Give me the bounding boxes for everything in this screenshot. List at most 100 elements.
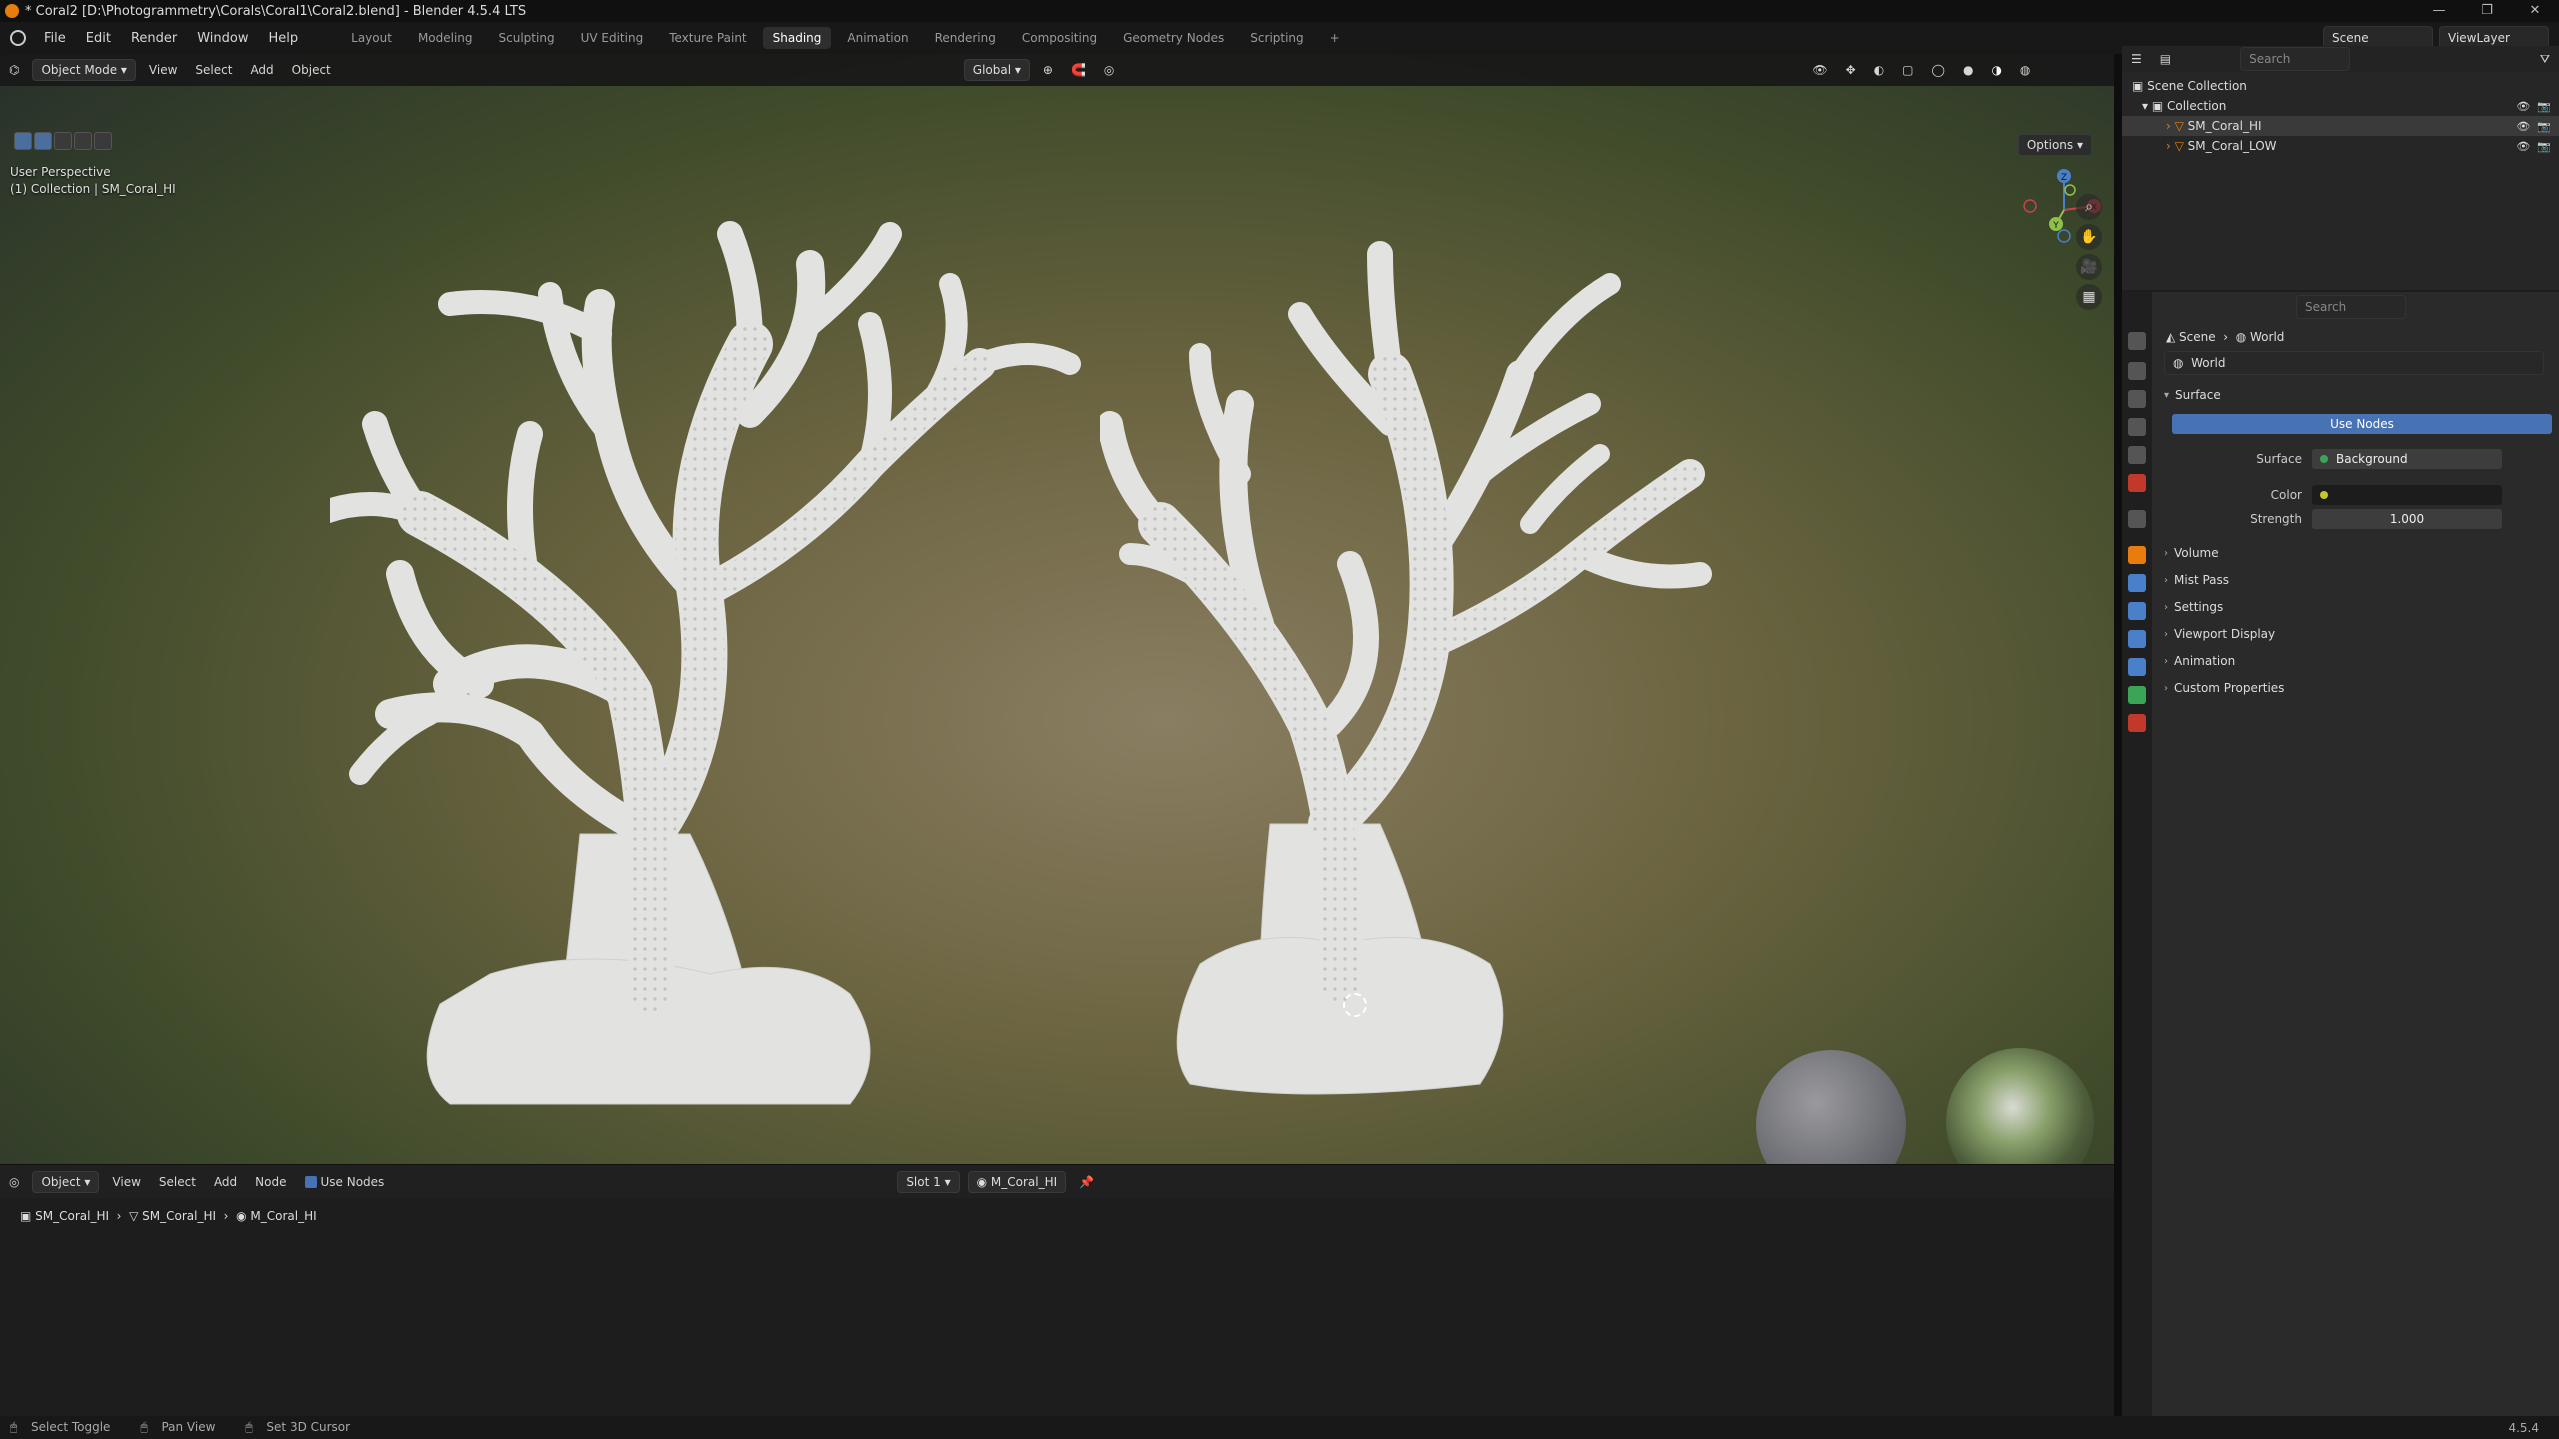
material-selector[interactable]: ◉ M_Coral_HI — [967, 1170, 1067, 1193]
node-editor-type-icon[interactable]: ◎ — [0, 1172, 28, 1192]
select-extend-icon[interactable] — [54, 132, 72, 150]
color-field[interactable] — [2312, 485, 2502, 505]
add-workspace-button[interactable]: + — [1320, 27, 1350, 49]
gizmo-toggle-icon[interactable]: ✥ — [1837, 60, 1865, 80]
workspace-tab-compositing[interactable]: Compositing — [1012, 27, 1107, 49]
minimize-button[interactable]: — — [2415, 0, 2463, 22]
node-canvas[interactable] — [0, 1234, 2114, 1426]
settings-panel-header[interactable]: › Settings — [2156, 596, 2559, 618]
world-tab-icon[interactable] — [2128, 474, 2146, 492]
render-camera-icon[interactable]: 📷 — [2537, 140, 2551, 153]
workspace-tab-texture-paint[interactable]: Texture Paint — [659, 27, 756, 49]
workspace-tab-rendering[interactable]: Rendering — [925, 27, 1006, 49]
world-datablock-selector[interactable]: ◍ World — [2164, 351, 2544, 375]
material-shading-icon[interactable]: ◑ — [1982, 60, 2010, 80]
node-menu-view[interactable]: View — [103, 1172, 149, 1192]
render-camera-icon[interactable]: 📷 — [2537, 100, 2551, 113]
overlay-toggle-icon[interactable]: ◐ — [1865, 60, 1893, 80]
render-camera-icon[interactable]: 📷 — [2537, 120, 2551, 133]
select-intersect-icon[interactable] — [94, 132, 112, 150]
view-layer-tab-icon[interactable] — [2128, 418, 2146, 436]
workspace-tab-animation[interactable]: Animation — [837, 27, 918, 49]
camera-view-icon[interactable]: 🎥 — [2076, 254, 2102, 280]
display-mode-icon[interactable]: ▤ — [2151, 49, 2180, 69]
viewport-menu-select[interactable]: Select — [186, 60, 241, 80]
xray-icon[interactable]: ▢ — [1893, 60, 1922, 80]
menu-help[interactable]: Help — [259, 31, 309, 46]
select-new-icon[interactable] — [34, 132, 52, 150]
coral-hi-model[interactable] — [330, 214, 1090, 1114]
node-menu-select[interactable]: Select — [150, 1172, 205, 1192]
outliner-type-icon[interactable]: ☰ — [2122, 49, 2151, 69]
workspace-tab-scripting[interactable]: Scripting — [1240, 27, 1313, 49]
wireframe-shading-icon[interactable]: ◯ — [1923, 60, 1954, 80]
node-menu-node[interactable]: Node — [246, 1172, 295, 1192]
strength-field[interactable]: 1.000 — [2312, 509, 2502, 529]
output-tab-icon[interactable] — [2128, 390, 2146, 408]
breadcrumb-mesh[interactable]: SM_Coral_HI — [142, 1209, 216, 1223]
coral-low-model[interactable] — [1100, 224, 1740, 1104]
constraints-tab-icon[interactable] — [2128, 658, 2146, 676]
area-divider[interactable] — [2114, 54, 2122, 1416]
workspace-tab-layout[interactable]: Layout — [341, 27, 402, 49]
animation-panel-header[interactable]: › Animation — [2156, 650, 2559, 672]
particles-tab-icon[interactable] — [2128, 602, 2146, 620]
surface-shader-field[interactable]: Background — [2312, 449, 2502, 469]
mist-pass-panel-header[interactable]: › Mist Pass — [2156, 569, 2559, 591]
outliner-search[interactable]: Search — [2240, 47, 2351, 71]
solid-shading-icon[interactable]: ● — [1954, 60, 1982, 80]
custom-properties-panel-header[interactable]: › Custom Properties — [2156, 677, 2559, 699]
menu-edit[interactable]: Edit — [76, 31, 121, 46]
snap-icon[interactable]: 🧲 — [1062, 60, 1095, 80]
maximize-button[interactable]: ❐ — [2463, 0, 2511, 22]
workspace-tab-modeling[interactable]: Modeling — [408, 27, 483, 49]
tool-tab-icon[interactable] — [2128, 332, 2146, 350]
workspace-tab-shading[interactable]: Shading — [762, 27, 832, 49]
editor-type-icon[interactable]: ⌬ — [0, 60, 28, 80]
visibility-eye-icon[interactable]: 👁 — [2516, 100, 2530, 113]
filter-icon[interactable]: ⛛ — [2531, 49, 2559, 70]
modifier-tab-icon[interactable] — [2128, 574, 2146, 592]
blender-menu-icon[interactable] — [10, 30, 26, 46]
scene-collection-row[interactable]: ▣ Scene Collection — [2122, 76, 2559, 96]
rendered-shading-icon[interactable]: ◍ — [2011, 60, 2039, 80]
collection-row[interactable]: ▾ ▣ Collection 👁 📷 — [2122, 96, 2559, 116]
3d-cursor-icon[interactable] — [1343, 993, 1367, 1017]
object-tab-icon[interactable] — [2128, 546, 2146, 564]
menu-render[interactable]: Render — [121, 31, 187, 46]
transform-orientation[interactable]: Global ▾ — [963, 59, 1030, 81]
pan-hand-icon[interactable]: ✋ — [2076, 224, 2102, 250]
scene-tab-icon[interactable] — [2128, 446, 2146, 464]
outliner-item-sm-coral-hi[interactable]: › ▽ SM_Coral_HI 👁 📷 — [2122, 116, 2559, 136]
viewport-menu-add[interactable]: Add — [241, 60, 282, 80]
proportional-edit-icon[interactable]: ◎ — [1095, 60, 1123, 80]
material-tab-icon[interactable] — [2128, 714, 2146, 732]
select-tool-icon[interactable] — [14, 132, 32, 150]
workspace-tab-sculpting[interactable]: Sculpting — [489, 27, 565, 49]
data-tab-icon[interactable] — [2128, 686, 2146, 704]
viewport-display-panel-header[interactable]: › Viewport Display — [2156, 623, 2559, 645]
breadcrumb-object[interactable]: SM_Coral_HI — [35, 1209, 109, 1223]
viewport-menu-view[interactable]: View — [140, 60, 186, 80]
grid-toggle-icon[interactable]: ▦ — [2076, 284, 2102, 310]
visibility-eye-icon[interactable]: 👁 — [2516, 140, 2530, 153]
workspace-tab-geometry-nodes[interactable]: Geometry Nodes — [1113, 27, 1234, 49]
select-subtract-icon[interactable] — [74, 132, 92, 150]
zoom-icon[interactable]: ⌕ — [2076, 194, 2102, 220]
material-slot-selector[interactable]: Slot 1 ▾ — [897, 1170, 960, 1193]
pin-icon[interactable]: 📌 — [1070, 1172, 1103, 1192]
outliner-item-sm-coral-low[interactable]: › ▽ SM_Coral_LOW 👁 📷 — [2122, 136, 2559, 156]
shader-type-selector[interactable]: Object ▾ — [32, 1170, 100, 1193]
render-tab-icon[interactable] — [2128, 362, 2146, 380]
properties-search[interactable]: Search — [2296, 295, 2406, 319]
mode-selector[interactable]: Object Mode ▾ — [32, 59, 136, 81]
3d-viewport[interactable]: ⌬ Object Mode ▾ View Select Add Object G… — [0, 54, 2114, 1164]
collection-tab-icon[interactable] — [2128, 510, 2146, 528]
visibility-eye-icon[interactable]: 👁 — [2516, 120, 2530, 133]
menu-window[interactable]: Window — [187, 31, 258, 46]
viewport-menu-object[interactable]: Object — [283, 60, 340, 80]
use-nodes-button[interactable]: Use Nodes — [2172, 414, 2552, 434]
visibility-icon[interactable]: 👁 — [1803, 60, 1836, 80]
surface-panel-header[interactable]: ▾ Surface — [2156, 384, 2559, 406]
pivot-icon[interactable]: ⊕ — [1034, 60, 1062, 80]
